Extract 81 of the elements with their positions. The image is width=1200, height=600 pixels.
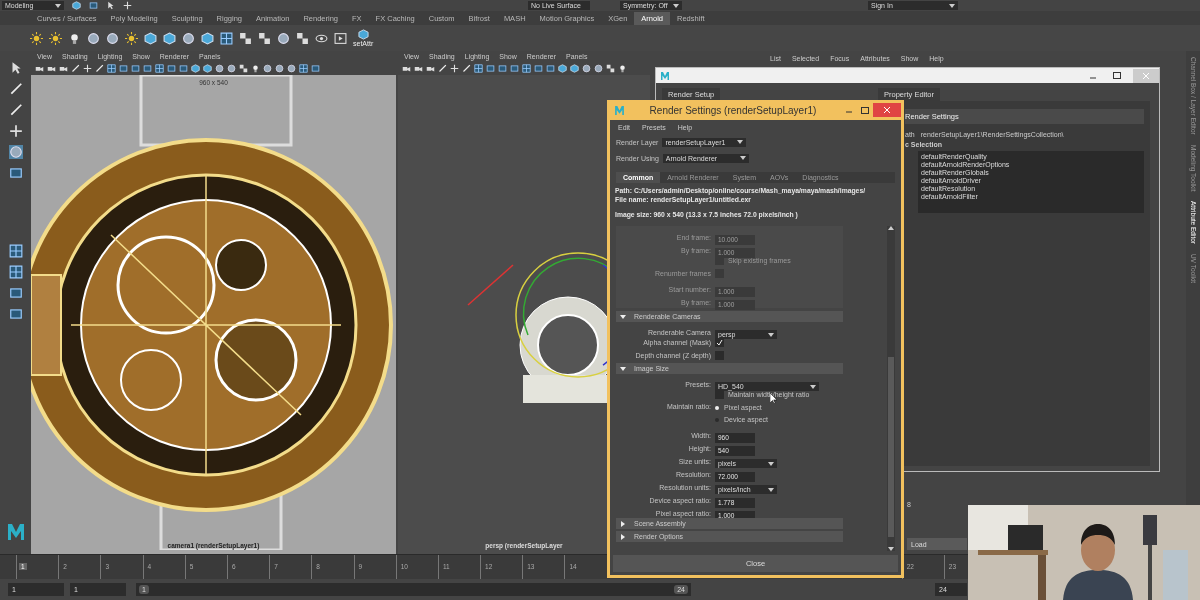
play-icon[interactable] [334,31,347,45]
checkbox[interactable] [715,351,724,360]
grid-icon[interactable] [8,265,23,279]
expanded-triangle-icon[interactable] [620,313,626,320]
brush-icon[interactable] [95,64,104,73]
bulb-icon[interactable] [618,64,627,73]
camera-icon[interactable] [402,64,411,73]
camera-icon[interactable] [426,64,435,73]
maximize-icon [861,106,869,114]
close-icon [1143,72,1149,79]
cube-icon[interactable] [201,31,214,45]
grid-icon[interactable] [299,64,308,73]
caret-icon [673,3,679,8]
caret-icon [737,140,744,144]
checkbox[interactable] [715,338,724,347]
brush-icon[interactable] [71,64,80,73]
caret-icon [768,487,774,492]
sphere-icon[interactable] [8,145,23,159]
checker-icon[interactable] [258,31,271,45]
caret-icon [949,3,955,8]
sphere-icon[interactable] [106,31,119,45]
checker-icon[interactable] [606,64,615,73]
app-logo-icon [5,522,26,542]
camera-icon[interactable] [59,64,68,73]
sun-icon[interactable] [125,31,138,45]
camera-icon[interactable] [35,64,44,73]
frame-icon[interactable] [8,166,23,180]
caret-icon [55,3,61,8]
sun-icon[interactable] [49,31,62,45]
sphere-icon[interactable] [87,31,100,45]
sphere-icon[interactable] [277,31,290,45]
grid-icon[interactable] [474,64,483,73]
cube-icon[interactable] [357,29,369,40]
window-title: Render Settings (renderSetupLayer1) [648,104,818,116]
grid-icon[interactable] [220,31,233,45]
app-logo-icon [660,70,670,81]
move-icon[interactable] [8,124,23,138]
caret-icon [739,156,746,160]
bulb-icon[interactable] [68,31,81,45]
camera-icon[interactable] [414,64,423,73]
move-icon[interactable] [450,64,459,73]
checker-icon[interactable] [239,64,248,73]
expanded-triangle-icon[interactable] [620,365,626,372]
frame-icon[interactable] [8,286,23,300]
check-icon [716,339,723,346]
select-arrow-icon[interactable] [106,1,115,10]
cube-icon[interactable] [144,31,157,45]
sun-icon[interactable] [30,31,43,45]
collapsed-triangle-icon[interactable] [620,533,626,540]
grid-icon[interactable] [155,64,164,73]
sphere-icon[interactable] [182,31,195,45]
scroll-up-icon[interactable] [888,226,895,230]
move-icon[interactable] [123,1,132,10]
grid-icon[interactable] [522,64,531,73]
app-logo-icon [614,104,625,116]
radio-button[interactable] [715,405,719,410]
close-icon [884,107,890,113]
bulb-icon[interactable] [251,64,260,73]
brush-icon[interactable] [462,64,471,73]
checkbox[interactable] [715,390,724,399]
brush-icon[interactable] [438,64,447,73]
caret-icon [810,384,816,389]
frame-icon[interactable] [89,1,98,10]
frame-icon[interactable] [8,307,23,321]
scrollbar[interactable] [887,226,895,551]
collapsed-triangle-icon[interactable] [620,520,626,527]
brush-icon[interactable] [8,82,23,96]
camera-icon[interactable] [47,64,56,73]
grid-icon[interactable] [107,64,116,73]
caret-icon [768,332,774,337]
checker-icon[interactable] [239,31,252,45]
scroll-down-icon[interactable] [888,547,895,551]
caret-icon [768,461,774,466]
checker-icon[interactable] [296,31,309,45]
grid-icon[interactable] [8,244,23,258]
brush-icon[interactable] [8,103,23,117]
close-button[interactable] [873,103,901,117]
move-icon[interactable] [83,64,92,73]
maximize-icon [1113,72,1121,79]
cube-icon[interactable] [163,31,176,45]
frame-icon[interactable] [311,64,320,73]
